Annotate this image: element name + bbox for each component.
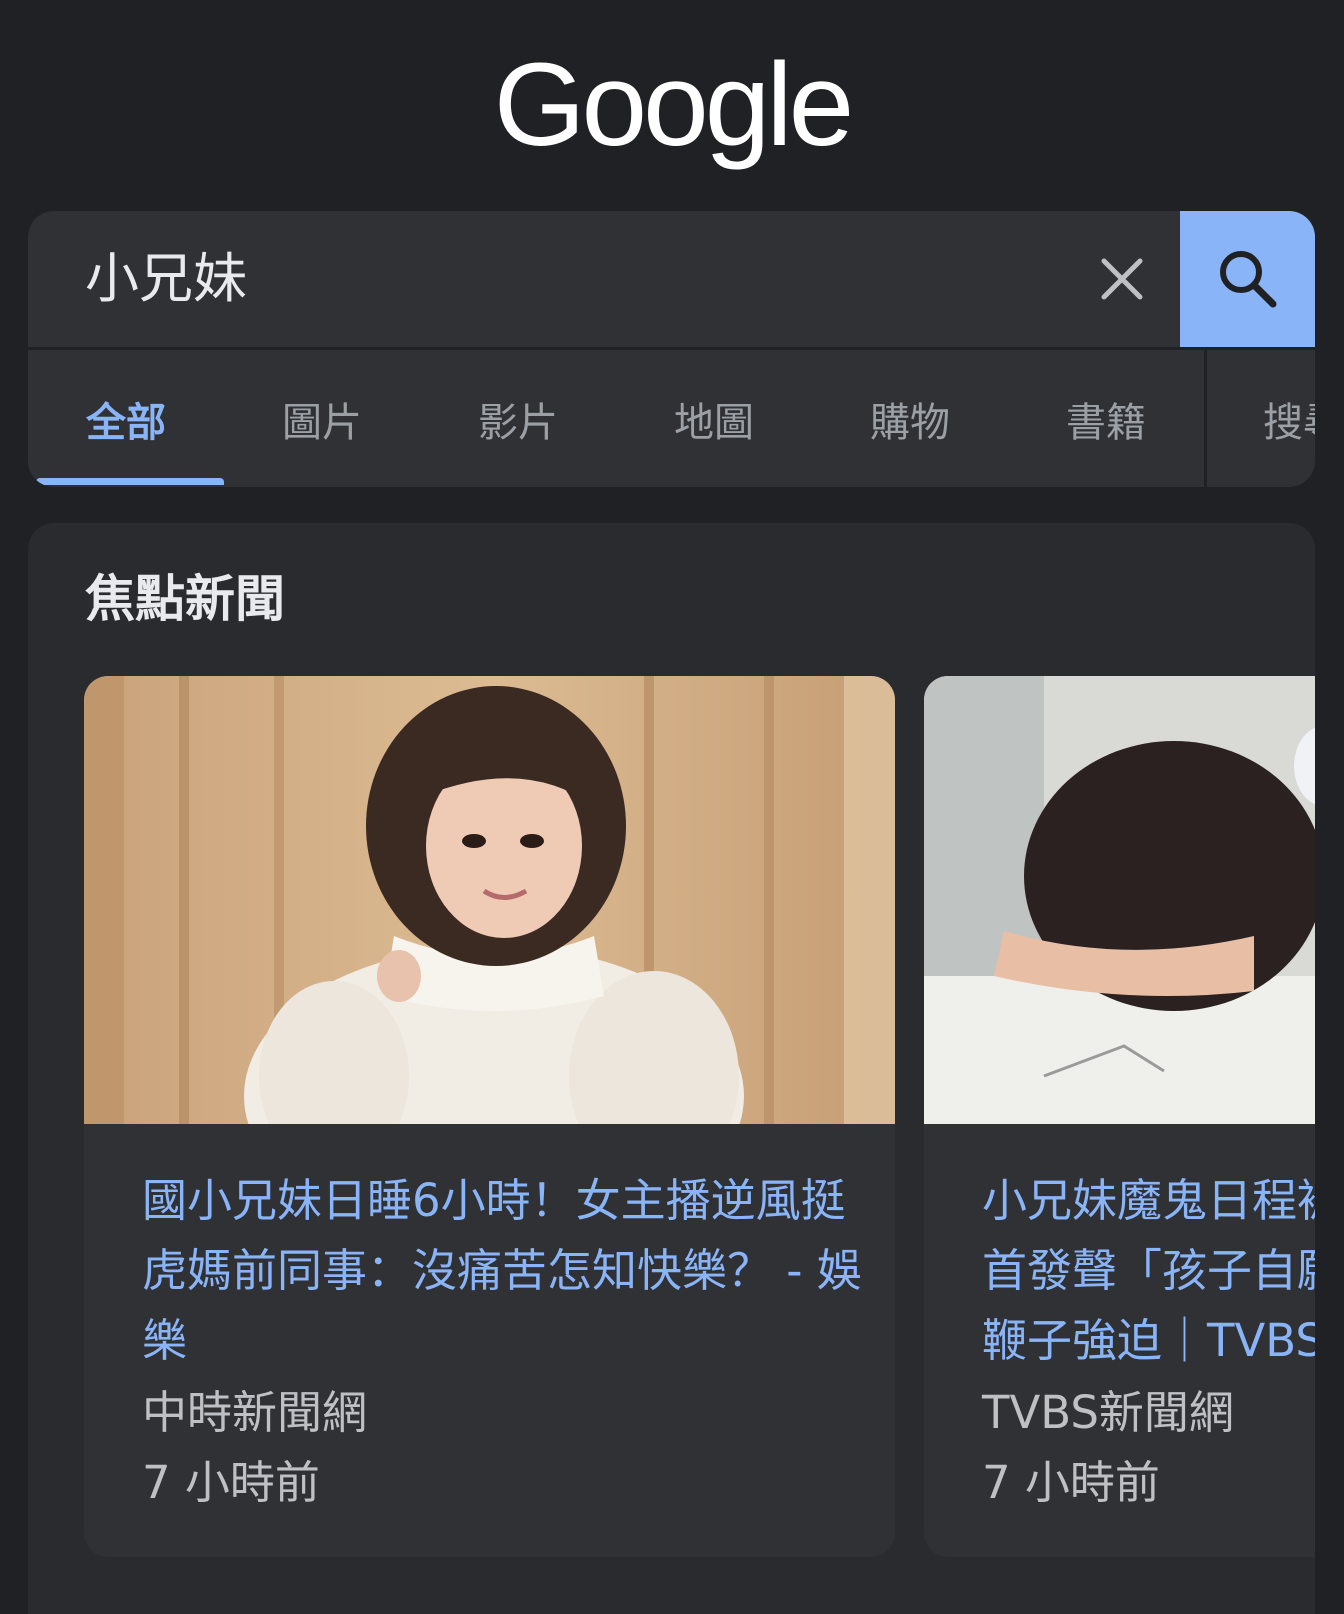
news-card-text: 小兄妹魔鬼日程被 首發聲「孩子自願 鞭子強迫｜TVBS TVBS新聞網 7 小時…	[982, 1166, 1315, 1518]
news-thumbnail	[84, 676, 895, 1124]
news-headline-line[interactable]: 鞭子強迫｜TVBS	[982, 1306, 1315, 1376]
page: Google 小兄妹 全部 圖片 影片 地圖 購物 書籍 搜 焦點新聞 國小兄妹…	[0, 0, 1344, 1614]
search-tabs: 全部 圖片 影片 地圖 購物 書籍 搜尋	[28, 350, 1315, 487]
news-time: 7 小時前	[142, 1456, 320, 1509]
news-time: 7 小時前	[982, 1456, 1160, 1509]
close-icon	[1101, 258, 1143, 300]
tab-all[interactable]: 全部	[28, 350, 224, 487]
news-thumbnail	[924, 676, 1315, 1124]
clear-button[interactable]	[1088, 245, 1156, 313]
tab-maps[interactable]: 地圖	[616, 350, 812, 487]
tab-videos[interactable]: 影片	[420, 350, 616, 487]
tab-search-tools[interactable]: 搜尋	[1263, 350, 1315, 487]
news-card[interactable]: 小兄妹魔鬼日程被 首發聲「孩子自願 鞭子強迫｜TVBS TVBS新聞網 7 小時…	[924, 676, 1315, 1557]
search-bar: 小兄妹	[28, 211, 1315, 347]
active-tab-indicator	[36, 478, 224, 485]
tab-books[interactable]: 書籍	[1008, 350, 1204, 487]
tab-images[interactable]: 圖片	[224, 350, 420, 487]
section-title: 焦點新聞	[85, 570, 285, 628]
news-source: 中時新聞網	[142, 1386, 368, 1439]
tab-shopping[interactable]: 購物	[812, 350, 1008, 487]
search-button[interactable]	[1180, 211, 1315, 347]
news-source: TVBS新聞網	[982, 1386, 1234, 1439]
search-input[interactable]: 小兄妹	[85, 245, 247, 313]
news-card[interactable]: 國小兄妹日睡6小時！女主播逆風挺虎媽前同事：沒痛苦怎知快樂？ - 娛樂 中時新聞…	[84, 676, 895, 1557]
news-card-text: 國小兄妹日睡6小時！女主播逆風挺虎媽前同事：沒痛苦怎知快樂？ - 娛樂 中時新聞…	[142, 1166, 862, 1518]
search-panel: 小兄妹 全部 圖片 影片 地圖 購物 書籍 搜	[28, 211, 1315, 487]
top-stories-section: 焦點新聞 國小兄妹日睡6小時！女主播逆風挺虎媽前同事：沒痛苦怎知快樂？ - 娛樂…	[28, 523, 1315, 1614]
news-headline[interactable]: 國小兄妹日睡6小時！女主播逆風挺虎媽前同事：沒痛苦怎知快樂？ - 娛樂	[142, 1166, 862, 1376]
news-headline-line[interactable]: 小兄妹魔鬼日程被	[982, 1166, 1315, 1236]
news-headline-line[interactable]: 首發聲「孩子自願	[982, 1236, 1315, 1306]
search-icon	[1219, 251, 1276, 308]
tab-separator	[1204, 350, 1207, 487]
google-logo[interactable]: Google	[0, 40, 1344, 170]
